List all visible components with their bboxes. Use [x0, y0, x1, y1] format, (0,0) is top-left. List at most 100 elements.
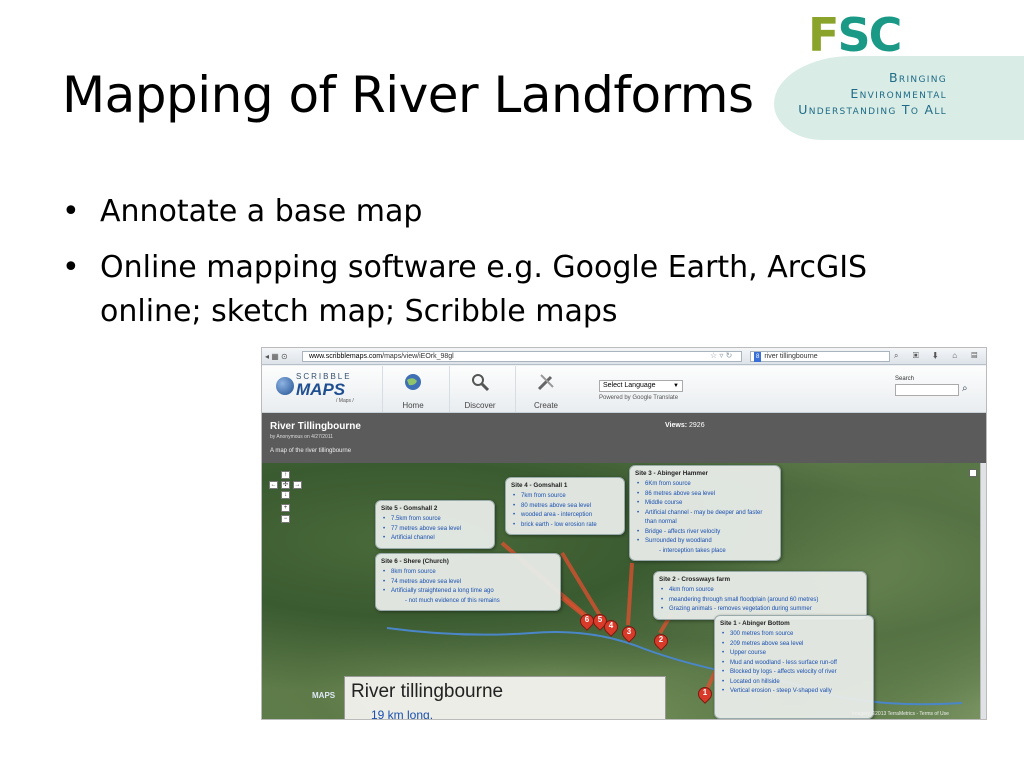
- map-title: River Tillingbourne: [270, 421, 361, 432]
- site-marker[interactable]: 4: [601, 617, 621, 638]
- brand-sub: / Maps /: [336, 398, 354, 404]
- callout-item: Middle course: [637, 499, 775, 509]
- callout-item: meandering through small floodplain (aro…: [661, 596, 861, 606]
- callout-item: 7.5km from source: [383, 515, 489, 525]
- bullet-item: • Annotate a base map: [62, 190, 962, 234]
- map-label-box[interactable]: River tillingbourne 19 km long.: [344, 676, 666, 719]
- bullet-dot: •: [62, 194, 80, 229]
- nav-discover-label: Discover: [464, 401, 496, 410]
- nav-discover[interactable]: Discover: [449, 366, 509, 412]
- callout-title: Site 6 - Shere (Church): [381, 558, 449, 565]
- nav-create-label: Create: [533, 401, 558, 410]
- browser-search-box[interactable]: 8 river tillingbourne: [750, 351, 890, 362]
- site-marker[interactable]: 1: [695, 684, 715, 705]
- callout-item: 4km from source: [661, 586, 861, 596]
- pan-up-icon[interactable]: ↑: [281, 471, 290, 479]
- callout-item: Mud and woodland - less surface run-off: [722, 659, 868, 669]
- callout-item: Artificial channel: [383, 534, 489, 544]
- bullet-item: • Online mapping software e.g. Google Ear…: [62, 246, 962, 334]
- logo-letters: FSC: [808, 8, 902, 62]
- map-canvas[interactable]: ↑ ← ✣ → ↓ + − Site 5 - Gomshall 2 7.5km …: [262, 463, 986, 719]
- nav-home-label: Home: [402, 401, 424, 410]
- logo-tagline-line: Understanding To All: [798, 102, 947, 117]
- callout-item: Grazing animals - removes vegetation dur…: [661, 605, 861, 615]
- magnifier-icon: [472, 374, 490, 392]
- pan-down-icon[interactable]: ↓: [281, 491, 290, 499]
- site-marker[interactable]: 6: [577, 611, 597, 632]
- leader-line: [560, 551, 604, 621]
- logo-tagline: Bringing Environmental Understanding To …: [772, 70, 947, 118]
- callout-title: Site 5 - Gomshall 2: [381, 505, 438, 512]
- map-views: Views: 2926: [665, 422, 705, 429]
- callout-item: 86 metres above sea level: [637, 490, 775, 500]
- search-input[interactable]: [895, 384, 959, 396]
- callout-item: 80 metres above sea level: [513, 502, 619, 512]
- search-icon[interactable]: ⌕: [962, 383, 968, 394]
- callout-title: Site 3 - Abinger Hammer: [635, 470, 708, 477]
- url-path: /maps/view/iEOrk_98gl: [382, 353, 454, 360]
- callout-item: Surrounded by woodland: [637, 537, 775, 547]
- marker-number: 4: [608, 621, 614, 630]
- globe-icon: [405, 374, 421, 390]
- pan-center-icon[interactable]: ✣: [281, 481, 290, 489]
- callout-item: brick earth - low erosion rate: [513, 521, 619, 531]
- address-bar[interactable]: www.scribblemaps.com/maps/view/iEOrk_98g…: [302, 351, 742, 362]
- browser-search-text: river tillingbourne: [764, 353, 818, 360]
- browser-action-icons[interactable]: ⌕ ▣ ⬇ ⌂ ▤ 08: [894, 351, 986, 361]
- map-byline: by Anonymous on 4/27/2011: [270, 434, 334, 440]
- pan-left-icon[interactable]: ←: [269, 481, 278, 489]
- nav-home[interactable]: Home: [382, 366, 442, 412]
- zoom-out-icon[interactable]: −: [281, 515, 290, 523]
- views-value: 2926: [689, 422, 705, 429]
- bullet-list: • Annotate a base map • Online mapping sof…: [62, 190, 962, 346]
- site-callout[interactable]: Site 3 - Abinger Hammer 6Km from source …: [629, 465, 781, 561]
- language-select[interactable]: Select Language ▼: [599, 380, 683, 392]
- callout-title: Site 1 - Abinger Bottom: [720, 620, 790, 627]
- search-label: Search: [895, 376, 915, 382]
- site-marker[interactable]: 3: [619, 623, 639, 644]
- map-label-title: River tillingbourne: [351, 681, 504, 702]
- zoom-in-icon[interactable]: +: [281, 504, 290, 512]
- callout-title: Site 2 - Crossways farm: [659, 576, 731, 583]
- site-header: SCRIBBLE MAPS / Maps / Home Discover Cre…: [262, 366, 986, 413]
- bottom-brand: MAPS: [312, 691, 336, 700]
- marker-number: 2: [658, 635, 664, 644]
- browser-screenshot: ◂ ▦ ⊙ www.scribblemaps.com/maps/view/iEO…: [261, 347, 987, 720]
- callout-item: Artificial channel - may be deeper and f…: [637, 509, 769, 528]
- nav-create[interactable]: Create: [515, 366, 575, 412]
- chevron-down-icon: ▼: [673, 383, 679, 389]
- brand-main: MAPS: [296, 380, 346, 399]
- fullscreen-icon[interactable]: [969, 469, 977, 477]
- site-callout[interactable]: Site 6 - Shere (Church) 8km from source …: [375, 553, 561, 611]
- pan-right-icon[interactable]: →: [293, 481, 302, 489]
- logo-tagline-line: Environmental: [850, 86, 947, 101]
- bullet-dot: •: [62, 250, 80, 285]
- leader-line: [626, 562, 634, 626]
- site-callout[interactable]: Site 2 - Crossways farm 4km from source …: [653, 571, 867, 620]
- site-callout[interactable]: Site 5 - Gomshall 2 7.5km from source 77…: [375, 500, 495, 549]
- map-info-bar: River Tillingbourne by Anonymous on 4/27…: [262, 413, 986, 463]
- map-scrollbar[interactable]: [980, 463, 986, 719]
- site-marker[interactable]: 2: [651, 631, 671, 652]
- map-description: A map of the river tillingbourne: [270, 448, 352, 454]
- bullet-text: Online mapping software e.g. Google Eart…: [100, 250, 868, 329]
- callout-item: - interception takes place: [659, 547, 726, 554]
- browser-home-icons[interactable]: ◂ ▦ ⊙: [265, 352, 288, 361]
- reload-star-icons[interactable]: ☆ ▿ ↻: [710, 351, 732, 360]
- map-attribution[interactable]: Imagery ©2013 TerraMetrics - Terms of Us…: [852, 711, 949, 717]
- powered-by-translate: Powered by Google Translate: [599, 395, 679, 401]
- site-callout[interactable]: Site 1 - Abinger Bottom 300 metres from …: [714, 615, 874, 719]
- callout-item: 74 metres above sea level: [383, 578, 555, 588]
- bullet-text: Annotate a base map: [100, 194, 423, 229]
- callout-item: - not much evidence of this remains: [405, 597, 500, 604]
- callout-item: Bridge - affects river velocity: [637, 528, 775, 538]
- site-callout[interactable]: Site 4 - Gomshall 1 7km from source 80 m…: [505, 477, 625, 535]
- views-label: Views:: [665, 422, 688, 429]
- scribblemaps-logo[interactable]: SCRIBBLE MAPS / Maps /: [276, 371, 361, 404]
- callout-item: 77 metres above sea level: [383, 525, 489, 535]
- callout-item: 300 metres from source: [722, 630, 868, 640]
- callout-item: 7km from source: [513, 492, 619, 502]
- callout-item: Vertical erosion - steep V-shaped vally: [722, 687, 868, 697]
- language-select-value: Select Language: [603, 382, 656, 389]
- callout-item: wooded area - interception: [513, 511, 619, 521]
